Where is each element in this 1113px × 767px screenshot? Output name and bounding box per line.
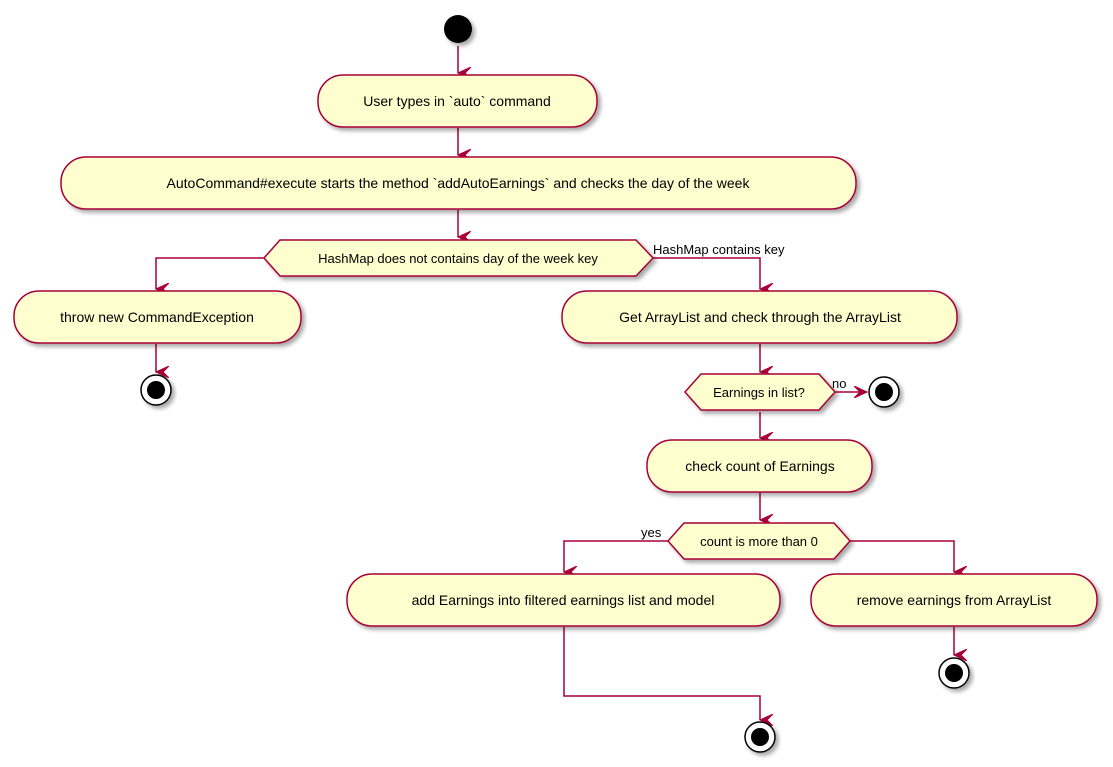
activity-user-types-label: User types in `auto` command (363, 93, 551, 109)
decision-hashmap-label: HashMap does not contains day of the wee… (318, 251, 598, 266)
end-node-final (744, 721, 776, 753)
edge-label-no: no (832, 376, 846, 391)
activity-get-arraylist-label: Get ArrayList and check through the Arra… (619, 309, 901, 325)
edge-label-hashmap-contains-key: HashMap contains key (653, 242, 785, 257)
edge-yes-to-add (564, 540, 668, 572)
activity-throw-label: throw new CommandException (60, 309, 254, 325)
edge-hashmap-to-get-arraylist (653, 257, 760, 289)
edge-else-to-remove (850, 540, 954, 572)
activity-execute-label: AutoCommand#execute starts the method `a… (167, 175, 751, 191)
decision-count-more-than-0-label: count is more than 0 (700, 534, 818, 549)
activity-remove-earnings-label: remove earnings from ArrayList (857, 592, 1052, 608)
end-node-remove (938, 657, 970, 689)
edge-add-to-end (563, 627, 760, 720)
activity-add-earnings-label: add Earnings into filtered earnings list… (412, 592, 715, 608)
activity-check-count-label: check count of Earnings (685, 458, 834, 474)
start-node (444, 15, 472, 43)
edge-label-yes: yes (641, 525, 662, 540)
end-node-no (868, 376, 900, 408)
decision-earnings-in-list-label: Earnings in list? (713, 385, 805, 400)
edge-hashmap-to-throw (156, 257, 264, 289)
end-node-throw (140, 374, 172, 406)
activity-diagram: User types in `auto` command AutoCommand… (13, 15, 1098, 753)
